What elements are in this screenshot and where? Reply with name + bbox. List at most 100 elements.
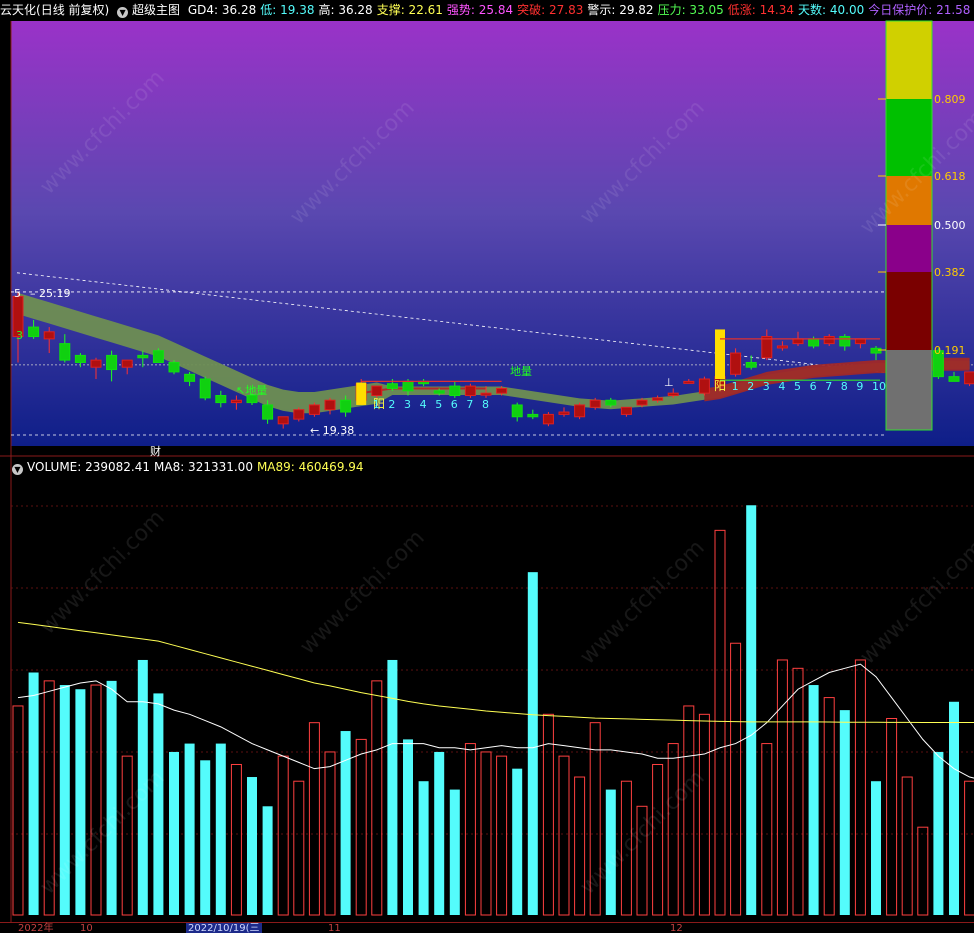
volume-bar xyxy=(746,505,757,915)
volume-bar xyxy=(698,713,710,916)
diliang-label-1: ↖地量 xyxy=(236,384,267,397)
candle-body xyxy=(402,380,414,392)
volume-bar xyxy=(652,763,664,916)
date-axis: 2022年 10 2022/10/19(三 11 12 xyxy=(0,922,974,933)
volume-bar xyxy=(792,667,804,916)
cai-label: 财 xyxy=(150,444,161,458)
volume-bar xyxy=(512,768,523,915)
candle-body xyxy=(574,404,586,418)
candle-body xyxy=(620,406,632,415)
candle-body xyxy=(293,409,305,420)
volume-bar xyxy=(589,722,601,916)
candle-body xyxy=(870,347,882,354)
candle-body xyxy=(776,345,788,349)
volume-bar xyxy=(761,743,773,916)
count-b-6: 6 xyxy=(810,380,817,393)
volume-bar xyxy=(230,763,242,916)
fib-label-2: 0.500 xyxy=(934,219,966,232)
count-b-9: 9 xyxy=(856,380,863,393)
low-price-label: ← 19.38 xyxy=(310,424,354,437)
candle-body xyxy=(74,354,86,363)
fib-label-3: 0.382 xyxy=(934,266,966,279)
volume-bar xyxy=(574,776,586,916)
volume-bar xyxy=(933,751,944,915)
count-a-4: 4 xyxy=(420,398,427,411)
volume-bar xyxy=(184,743,195,915)
volume-bar xyxy=(730,642,742,916)
fib-label-1: 0.618 xyxy=(934,170,966,183)
volume-bar xyxy=(12,705,24,916)
volume-bar xyxy=(153,693,164,915)
left-mid-label: 3 xyxy=(16,329,23,342)
count-b-3: 3 xyxy=(763,380,770,393)
candle-body xyxy=(262,404,274,420)
date-label-oct: 10 xyxy=(80,923,93,933)
volume-bar xyxy=(776,659,788,916)
count-b-8: 8 xyxy=(841,380,848,393)
fib-band-2 xyxy=(886,176,932,225)
count-a-6: 6 xyxy=(451,398,458,411)
volume-bar xyxy=(871,781,881,915)
candle-body xyxy=(761,336,773,359)
candle-body xyxy=(496,387,508,394)
candle-body xyxy=(215,395,227,404)
count-a-7: 7 xyxy=(466,398,473,411)
count-a-5: 5 xyxy=(435,398,442,411)
volume-bar xyxy=(558,755,570,916)
volume-bar xyxy=(308,722,320,916)
candle-body xyxy=(199,378,211,399)
count-b-4: 4 xyxy=(778,380,785,393)
count-a-1: 1 xyxy=(373,398,380,411)
count-b-5: 5 xyxy=(794,380,801,393)
fib-band-1 xyxy=(886,99,932,176)
candle-body xyxy=(839,336,851,347)
date-label-selected[interactable]: 2022/10/19(三 xyxy=(186,923,262,933)
volume-bar xyxy=(667,743,679,916)
candle-body xyxy=(605,399,617,406)
candle-body xyxy=(386,383,398,389)
volume-bar xyxy=(808,685,819,915)
candle-body xyxy=(433,390,445,394)
volume-bar xyxy=(215,743,226,915)
fib-band-0 xyxy=(886,21,932,99)
volume-bar xyxy=(434,751,445,915)
candle-body xyxy=(90,359,102,368)
candle-body xyxy=(28,326,40,338)
volume-bar xyxy=(75,689,86,915)
volume-bar xyxy=(137,659,148,915)
volume-bar xyxy=(449,789,460,915)
count-b-2: 2 xyxy=(747,380,754,393)
yang-label-2: 阳 xyxy=(714,379,726,393)
volume-bar xyxy=(418,781,429,915)
fib-band-3 xyxy=(886,225,932,272)
volume-bar xyxy=(949,701,959,915)
count-b-1: 1 xyxy=(732,380,739,393)
fib-band-4 xyxy=(886,272,932,350)
candle-body xyxy=(652,397,664,401)
volume-bar xyxy=(169,751,179,915)
count-a-3: 3 xyxy=(404,398,411,411)
left-top-label: 5 xyxy=(14,287,21,300)
volume-bar xyxy=(106,680,117,915)
candle-body xyxy=(730,352,742,375)
yang-bar-2 xyxy=(715,329,725,379)
volume-bar xyxy=(886,717,898,916)
candle-body xyxy=(589,399,601,408)
candle-body xyxy=(527,413,539,418)
count-a-8: 8 xyxy=(482,398,489,411)
candle-body xyxy=(698,378,710,394)
date-label-year: 2022年 xyxy=(18,923,54,933)
volume-bar xyxy=(480,751,492,916)
candle-body xyxy=(106,354,118,371)
candle-body xyxy=(667,392,679,397)
volume-bar xyxy=(262,806,273,915)
candle-body xyxy=(59,343,71,361)
candle-body xyxy=(792,338,804,345)
volume-bar xyxy=(839,710,850,915)
volume-bar xyxy=(823,697,835,916)
fib-label-0: 0.809 xyxy=(934,93,966,106)
candle-body xyxy=(636,399,648,406)
candle-body xyxy=(137,354,149,359)
chart-canvas[interactable]: 5– 25.193← 19.38财阳阳↖地量地量⊥1 2 3 4 5 6 7 81 2 3 4 5 6 7… xyxy=(0,0,974,933)
candle-body xyxy=(854,338,866,345)
